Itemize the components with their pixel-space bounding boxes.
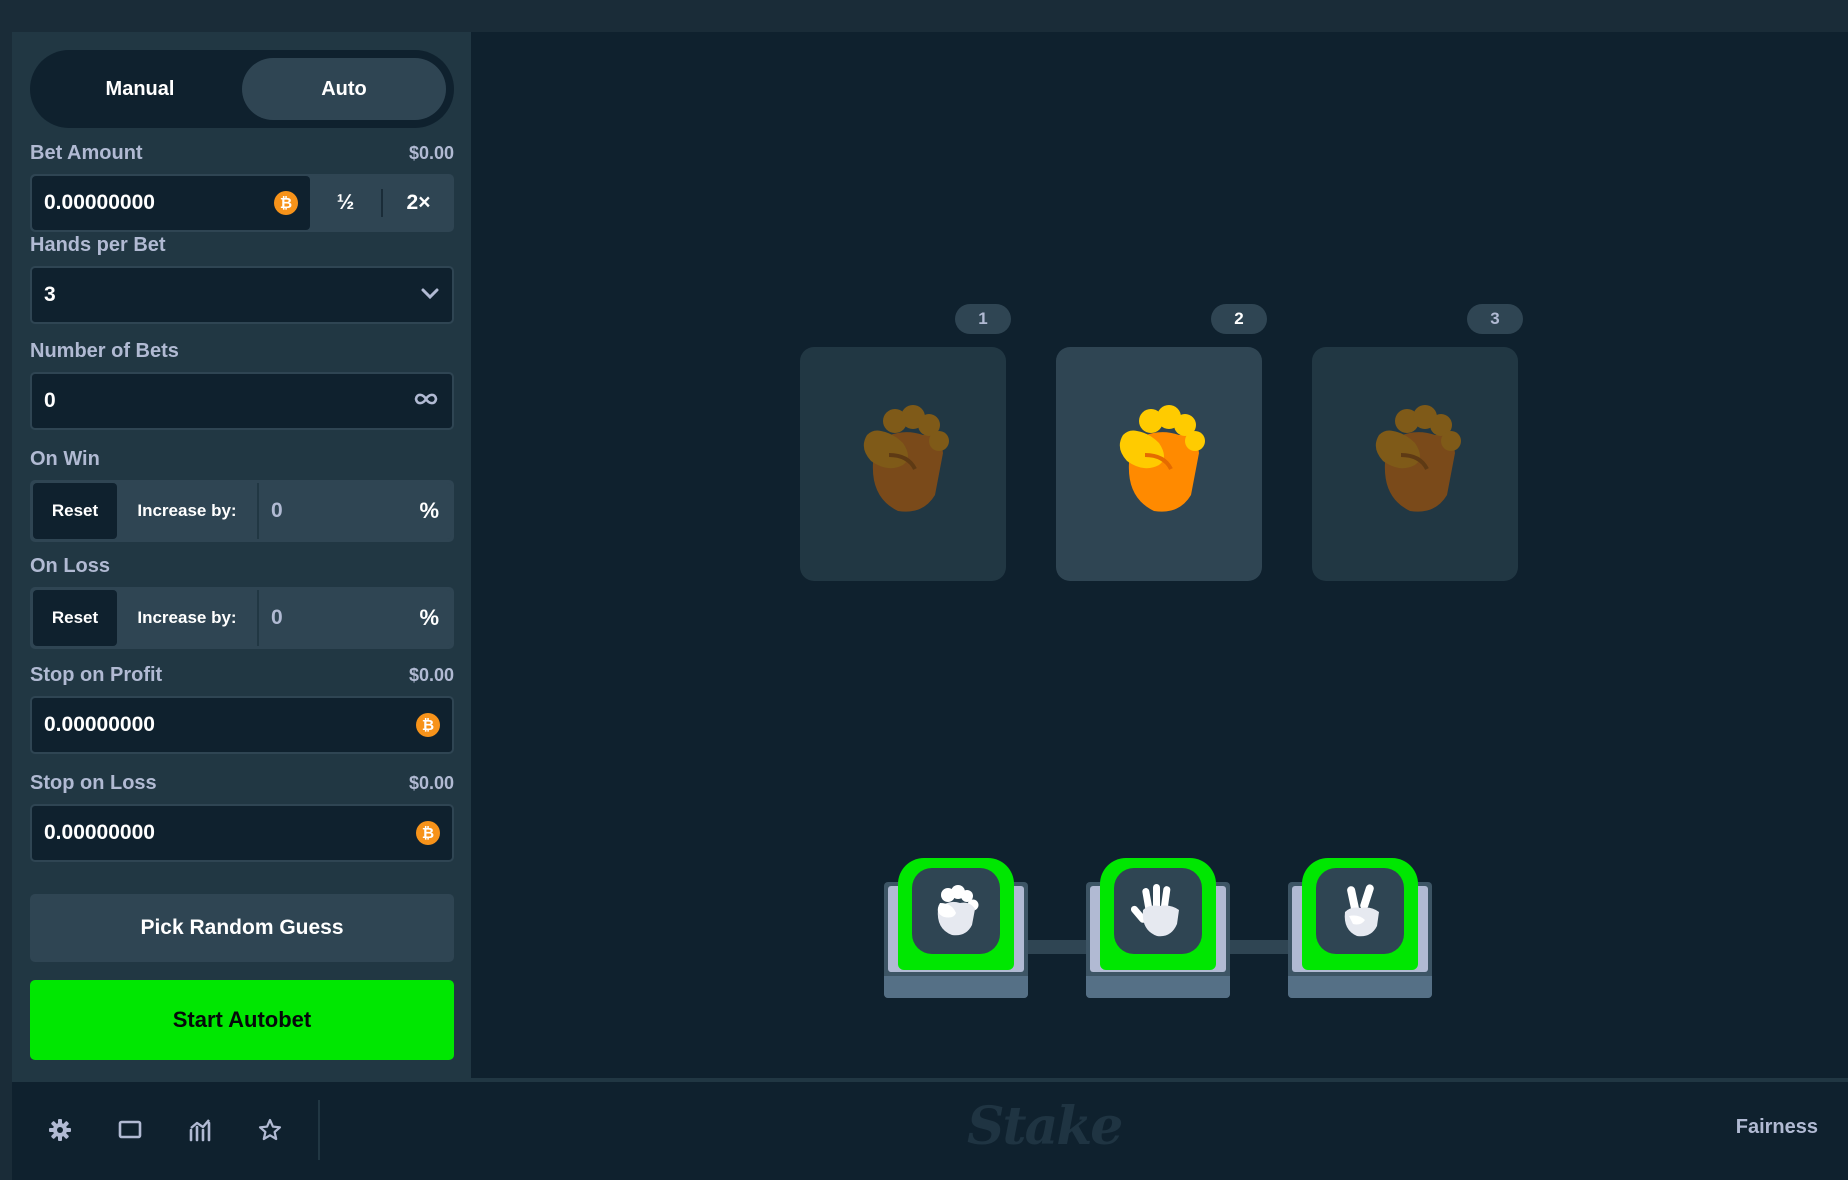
- stop-on-loss-value: 0.00000000: [44, 821, 155, 844]
- bitcoin-icon: ₿: [274, 191, 298, 215]
- number-of-bets-label: Number of Bets: [30, 340, 179, 362]
- on-loss-group: Reset Increase by: 0 %: [30, 587, 454, 649]
- bet-amount-label: Bet Amount: [30, 142, 143, 164]
- hand-card-3[interactable]: [1312, 347, 1518, 581]
- stats-icon[interactable]: [182, 1112, 218, 1148]
- stop-on-loss-usd: $0.00: [408, 773, 454, 793]
- stop-on-profit-label-row: Stop on Profit $0.00: [30, 664, 454, 687]
- on-loss-reset-button[interactable]: Reset: [33, 590, 117, 646]
- chevron-down-icon: [420, 283, 440, 307]
- scissors-icon: [1316, 868, 1404, 954]
- pick-random-guess-button[interactable]: Pick Random Guess: [30, 894, 454, 962]
- bet-amount-label-row: Bet Amount $0.00: [30, 142, 454, 165]
- start-autobet-button[interactable]: Start Autobet: [30, 980, 454, 1060]
- bet-amount-group: 0.00000000 ₿ ½ 2×: [30, 174, 454, 232]
- mode-toggle: Manual Auto: [30, 50, 454, 128]
- star-icon[interactable]: [252, 1112, 288, 1148]
- divider: [318, 1100, 320, 1160]
- hand-card-2[interactable]: [1056, 347, 1262, 581]
- on-win-increase-input[interactable]: 0 %: [257, 483, 451, 539]
- pick-paper-button[interactable]: [1100, 858, 1216, 970]
- stop-on-profit-value: 0.00000000: [44, 713, 155, 736]
- bet-amount-usd: $0.00: [408, 143, 454, 163]
- on-win-label: On Win: [30, 448, 100, 470]
- hand-card-1[interactable]: [800, 347, 1006, 581]
- on-win-increase-button[interactable]: Increase by:: [117, 483, 257, 539]
- paper-icon: [1114, 868, 1202, 954]
- on-loss-increase-value: 0: [271, 606, 283, 629]
- stop-on-profit-label: Stop on Profit: [30, 664, 163, 686]
- hand-number-3: 3: [1467, 304, 1523, 334]
- pick-scissors-button[interactable]: [1302, 858, 1418, 970]
- on-loss-increase-button[interactable]: Increase by:: [117, 590, 257, 646]
- on-win-reset-button[interactable]: Reset: [33, 483, 117, 539]
- pick-plate-bottom: [884, 976, 1028, 998]
- rock-fist-icon: [853, 403, 953, 526]
- bet-amount-input[interactable]: 0.00000000 ₿: [32, 176, 310, 230]
- pick-paper: [1086, 858, 1230, 998]
- pick-rock: [884, 858, 1028, 998]
- gear-icon[interactable]: [42, 1112, 78, 1148]
- rock-icon: [912, 868, 1000, 954]
- bitcoin-icon: ₿: [416, 713, 440, 737]
- pick-connector: [1027, 940, 1093, 954]
- stop-on-loss-label: Stop on Loss: [30, 772, 157, 794]
- percent-icon: %: [419, 498, 439, 523]
- tab-manual[interactable]: Manual: [38, 58, 242, 120]
- double-bet-button[interactable]: 2×: [383, 174, 454, 232]
- number-of-bets-label-row: Number of Bets: [30, 340, 454, 363]
- game-area: 1 2 3: [471, 32, 1848, 1078]
- pick-plate-bottom: [1086, 976, 1230, 998]
- pick-rock-button[interactable]: [898, 858, 1014, 970]
- stop-on-loss-label-row: Stop on Loss $0.00: [30, 772, 454, 795]
- tab-auto[interactable]: Auto: [242, 58, 446, 120]
- rock-fist-icon: [1365, 403, 1465, 526]
- pick-connector: [1229, 940, 1295, 954]
- number-of-bets-value: 0: [44, 389, 56, 412]
- fairness-link[interactable]: Fairness: [1736, 1116, 1818, 1139]
- bet-amount-value: 0.00000000: [44, 191, 155, 214]
- theatre-mode-icon[interactable]: [112, 1112, 148, 1148]
- on-win-group: Reset Increase by: 0 %: [30, 480, 454, 542]
- hand-number-1: 1: [955, 304, 1011, 334]
- rock-fist-icon: [1109, 403, 1209, 526]
- bitcoin-icon: ₿: [416, 821, 440, 845]
- number-of-bets-input[interactable]: 0: [30, 372, 454, 430]
- hand-number-2: 2: [1211, 304, 1267, 334]
- stop-on-loss-input[interactable]: 0.00000000 ₿: [30, 804, 454, 862]
- on-loss-increase-input[interactable]: 0 %: [257, 590, 451, 646]
- footer-bar: Stake Fairness: [12, 1082, 1848, 1180]
- hands-per-bet-select[interactable]: 3: [30, 266, 454, 324]
- infinity-icon[interactable]: [412, 389, 440, 413]
- on-win-increase-value: 0: [271, 499, 283, 522]
- pick-scissors: [1288, 858, 1432, 998]
- on-loss-label: On Loss: [30, 555, 111, 577]
- hands-per-bet-label-row: Hands per Bet: [30, 234, 454, 257]
- hands-per-bet-value: 3: [44, 283, 56, 306]
- bet-sidebar: Manual Auto Bet Amount $0.00 0.00000000 …: [12, 32, 471, 1078]
- on-loss-label-row: On Loss: [30, 555, 454, 578]
- pick-plate-bottom: [1288, 976, 1432, 998]
- percent-icon: %: [419, 605, 439, 630]
- stop-on-profit-input[interactable]: 0.00000000 ₿: [30, 696, 454, 754]
- hands-per-bet-label: Hands per Bet: [30, 234, 166, 256]
- stop-on-profit-usd: $0.00: [408, 665, 454, 685]
- stake-logo: Stake: [967, 1096, 1123, 1157]
- on-win-label-row: On Win: [30, 448, 454, 471]
- half-bet-button[interactable]: ½: [310, 174, 381, 232]
